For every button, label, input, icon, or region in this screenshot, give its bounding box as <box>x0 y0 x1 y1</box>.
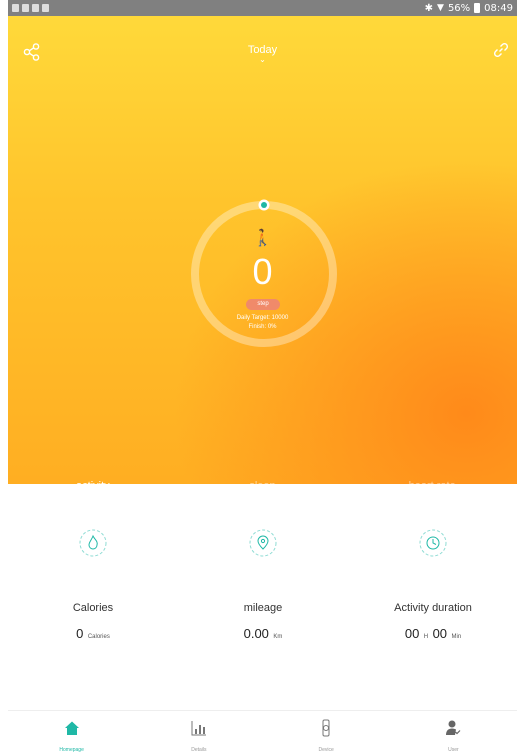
status-time: 08:49 <box>484 2 513 14</box>
activity-stats: Calories 0 Calories mileage 0.00 Km Acti… <box>8 484 517 710</box>
home-icon <box>64 721 79 735</box>
bottom-navigation: Homepage Details Device User <box>8 710 517 755</box>
stat-value: 0.00 Km <box>243 626 283 641</box>
battery-icon <box>474 3 481 13</box>
nav-label: Details <box>191 747 207 753</box>
location-pin-icon <box>249 529 277 557</box>
bar-chart-icon <box>191 721 206 736</box>
step-count: 0 <box>252 251 273 292</box>
watch-icon <box>322 719 330 737</box>
activity-hero: Today ⌄ 🚶 0 step Daily Target: 10000 Fin… <box>8 16 517 500</box>
notification-icon <box>22 4 29 12</box>
notification-icon <box>12 4 19 12</box>
status-bar-notification-icons <box>12 4 49 12</box>
notification-icon <box>32 4 39 12</box>
app-frame: ✱ ▼ 56% 08:49 Today ⌄ 🚶 0 step Daily Tar… <box>8 0 517 755</box>
nav-user[interactable]: User <box>390 711 517 755</box>
notification-icon <box>42 4 49 12</box>
finish-percent: Finish: 0% <box>248 324 277 330</box>
walking-icon: 🚶 <box>252 230 273 247</box>
nav-label: User <box>448 747 459 753</box>
battery-percent: 56% <box>447 2 471 14</box>
stat-value: 00 H 00 Min <box>404 626 462 641</box>
flame-icon <box>79 529 107 557</box>
chevron-down-icon[interactable]: ⌄ <box>8 56 517 64</box>
bluetooth-icon: ✱ <box>424 2 434 14</box>
nav-device[interactable]: Device <box>263 711 390 755</box>
status-bar: ✱ ▼ 56% 08:49 <box>8 0 517 16</box>
stat-value: 0 Calories <box>76 626 110 641</box>
stat-label: Calories <box>72 602 114 614</box>
daily-target: Daily Target: 10000 <box>236 315 289 321</box>
stat-label: Activity duration <box>394 602 472 614</box>
step-unit-badge: step <box>246 299 280 310</box>
clock-icon <box>419 529 447 557</box>
nav-homepage[interactable]: Homepage <box>8 711 135 755</box>
stat-label: mileage <box>243 602 283 614</box>
wifi-icon: ▼ <box>437 3 444 13</box>
nav-details[interactable]: Details <box>135 711 262 755</box>
link-icon[interactable] <box>493 42 509 58</box>
nav-label: Homepage <box>59 747 84 753</box>
user-icon <box>446 720 461 735</box>
nav-label: Device <box>318 747 334 753</box>
